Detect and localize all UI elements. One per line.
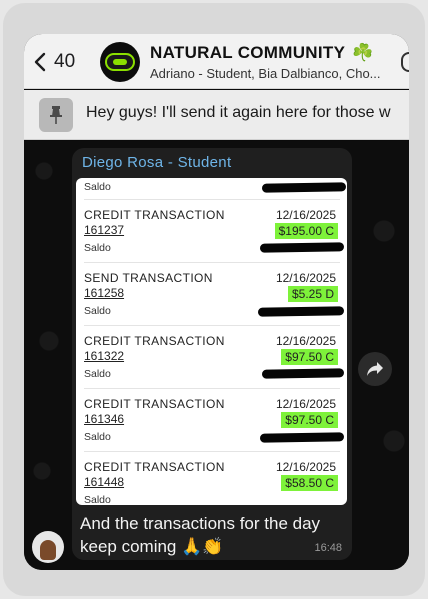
transaction-row: CREDIT TRANSACTION 161346 12/16/2025 $97… (84, 389, 345, 452)
transaction-type: CREDIT TRANSACTION (84, 334, 225, 348)
avatar-face (40, 540, 56, 560)
transaction-id: 161237 (84, 223, 125, 237)
pinned-message-bar[interactable]: Hey guys! I'll send it again here for th… (24, 90, 409, 140)
transaction-amount: $97.50 C (281, 412, 338, 428)
group-title-text: NATURAL COMMUNITY (150, 43, 345, 62)
chat-screen: 40 NATURAL COMMUNITY ☘️ Adriano - Studen… (24, 34, 409, 570)
saldo-label: Saldo (84, 181, 111, 193)
message-text: And the transactions for the day keep co… (80, 514, 321, 556)
chevron-left-icon (34, 52, 46, 72)
transaction-date: 12/16/2025 (275, 208, 336, 222)
redaction-scribble (261, 368, 345, 379)
transaction-row: CREDIT TRANSACTION 161237 12/16/2025 $19… (84, 200, 345, 263)
group-members: Adriano - Student, Bia Dalbianco, Cho... (150, 66, 381, 81)
transaction-type: CREDIT TRANSACTION (84, 397, 225, 411)
transaction-amount: $195.00 C (274, 223, 338, 239)
transaction-id: 161448 (84, 475, 125, 489)
transaction-type: CREDIT TRANSACTION (84, 460, 225, 474)
transaction-id: 161322 (84, 349, 125, 363)
group-title: NATURAL COMMUNITY ☘️ (150, 43, 409, 63)
group-logo (105, 53, 135, 71)
pinned-message-text: Hey guys! I'll send it again here for th… (86, 104, 391, 121)
screenshot-frame: 40 NATURAL COMMUNITY ☘️ Adriano - Studen… (3, 3, 425, 596)
forward-button[interactable] (358, 352, 392, 386)
transaction-id: 161346 (84, 412, 125, 426)
receipt-image[interactable]: Saldo CREDIT TRANSACTION 161237 12/16/20… (76, 178, 347, 505)
unread-count: 40 (54, 51, 76, 72)
transaction-id: 161258 (84, 286, 125, 300)
avatar[interactable] (32, 531, 64, 563)
pin-icon (39, 98, 73, 132)
saldo-label: Saldo (84, 494, 111, 505)
transaction-row: SEND TRANSACTION 161258 12/16/2025 $5.25… (84, 263, 345, 326)
back-button[interactable]: 40 (34, 50, 94, 74)
transaction-date: 12/16/2025 (275, 397, 336, 411)
call-icon[interactable] (401, 52, 409, 72)
redaction-scribble (259, 242, 345, 253)
transaction-amount: $5.25 D (287, 286, 338, 302)
forward-icon (367, 362, 383, 376)
redaction-scribble (261, 182, 347, 193)
redaction-scribble (259, 432, 345, 443)
message-time: 16:48 (314, 542, 342, 554)
transaction-date: 12/16/2025 (275, 271, 336, 285)
transaction-date: 12/16/2025 (275, 460, 336, 474)
transaction-amount: $97.50 C (281, 349, 338, 365)
transaction-date: 12/16/2025 (275, 334, 336, 348)
clover-emoji: ☘️ (351, 43, 374, 62)
saldo-label: Saldo (84, 242, 111, 254)
transaction-type: CREDIT TRANSACTION (84, 208, 225, 222)
redaction-scribble (257, 306, 345, 317)
transaction-row: CREDIT TRANSACTION 161322 12/16/2025 $97… (84, 326, 345, 389)
transaction-amount: $58.50 C (281, 475, 338, 491)
chat-header: 40 NATURAL COMMUNITY ☘️ Adriano - Studen… (24, 34, 409, 89)
group-avatar[interactable] (100, 42, 140, 82)
saldo-label: Saldo (84, 305, 111, 317)
message-bubble[interactable]: Diego Rosa - Student Saldo CREDIT TRANSA… (72, 148, 352, 560)
message-list: Diego Rosa - Student Saldo CREDIT TRANSA… (24, 141, 409, 570)
transaction-row: CREDIT TRANSACTION 161448 12/16/2025 $58… (84, 452, 340, 505)
saldo-label: Saldo (84, 368, 111, 380)
sender-name[interactable]: Diego Rosa - Student (82, 154, 231, 171)
saldo-label: Saldo (84, 431, 111, 443)
transaction-type: SEND TRANSACTION (84, 271, 213, 285)
group-info[interactable]: NATURAL COMMUNITY ☘️ Adriano - Student, … (150, 43, 409, 81)
